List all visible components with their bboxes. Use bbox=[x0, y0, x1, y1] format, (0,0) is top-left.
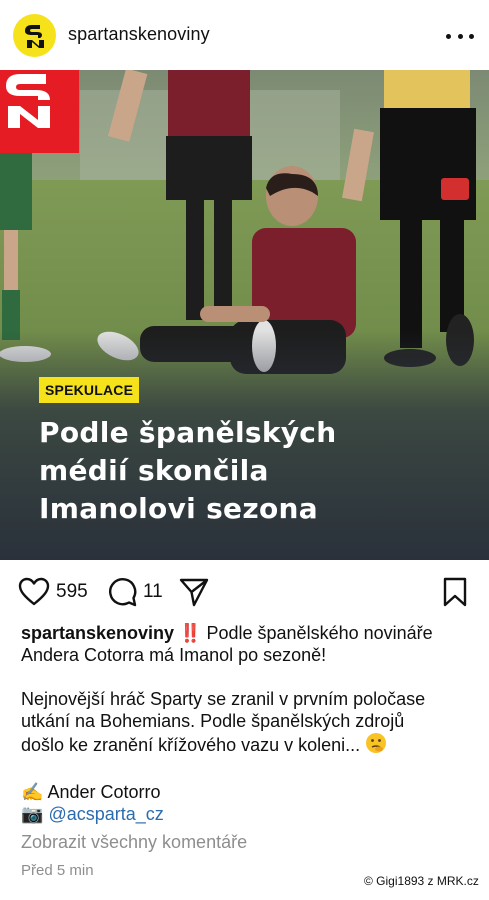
comments-count: 11 bbox=[143, 581, 163, 602]
caption-text-line2: Andera Cotorra má Imanol po sezoně! bbox=[21, 645, 327, 665]
sn-brand-logo bbox=[0, 70, 79, 153]
like-button[interactable]: 595 bbox=[18, 570, 88, 614]
headline-line-1: Podle španělských bbox=[39, 416, 337, 449]
headline-line-3: Imanolovi sezona bbox=[39, 492, 318, 525]
category-tag: SPEKULACE bbox=[39, 377, 140, 403]
post-caption: spartanskenoviny ‼️ Podle španělského no… bbox=[21, 622, 473, 825]
caption-paragraph-line3: došlo ke zranění křížového vazu v koleni… bbox=[21, 735, 361, 755]
writing-hand-icon: ✍️ bbox=[21, 782, 44, 802]
share-icon bbox=[179, 578, 209, 607]
profile-avatar[interactable] bbox=[13, 14, 56, 57]
bookmark-icon bbox=[443, 577, 467, 607]
post-headline: Podle španělských médií skončila Imanolo… bbox=[39, 414, 469, 528]
more-options-icon[interactable] bbox=[446, 26, 474, 46]
comment-icon bbox=[109, 578, 137, 607]
heart-icon bbox=[18, 577, 50, 606]
caption-text-line1: ‼️ Podle španělského novináře bbox=[179, 623, 433, 643]
post-image[interactable]: SPEKULACE Podle španělských médií skonči… bbox=[0, 70, 489, 560]
post-actions: 595 11 bbox=[0, 570, 489, 614]
photo-credit-mention[interactable]: @acsparta_cz bbox=[48, 804, 163, 824]
save-button[interactable] bbox=[442, 570, 468, 614]
header-username[interactable]: spartanskenoviny bbox=[68, 24, 210, 45]
post-timestamp: Před 5 min bbox=[21, 862, 94, 879]
comment-button[interactable]: 11 bbox=[107, 570, 163, 614]
post-header: spartanskenoviny bbox=[0, 0, 489, 70]
sn-logo-icon bbox=[6, 74, 50, 128]
caption-username[interactable]: spartanskenoviny bbox=[21, 623, 174, 643]
caption-paragraph-line1: Nejnovější hráč Sparty se zranil v první… bbox=[21, 689, 426, 709]
share-button[interactable] bbox=[178, 570, 210, 614]
caption-paragraph-line2: utkání na Bohemians. Podle španělských z… bbox=[21, 711, 405, 731]
headline-line-2: médií skončila bbox=[39, 454, 269, 487]
sn-avatar-logo-icon bbox=[24, 24, 44, 48]
watermark-credit: © Gigi1893 z MRK.cz bbox=[364, 874, 479, 888]
thinking-face-icon bbox=[365, 732, 387, 759]
caption-author: Ander Cotorro bbox=[47, 782, 161, 802]
camera-icon: 📷 bbox=[21, 804, 44, 824]
view-all-comments-link[interactable]: Zobrazit všechny komentáře bbox=[21, 832, 247, 853]
likes-count: 595 bbox=[56, 581, 88, 602]
